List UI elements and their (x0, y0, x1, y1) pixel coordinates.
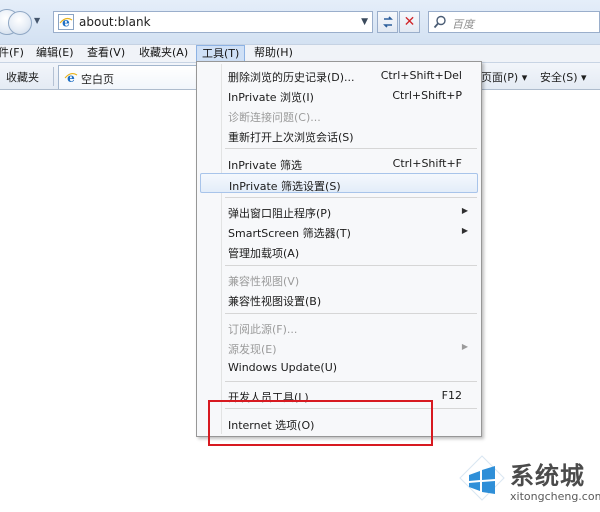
refresh-icon (382, 16, 393, 28)
search-placeholder: 百度 (452, 18, 474, 31)
tab-label: 空白页 (81, 73, 114, 86)
divider (53, 67, 54, 86)
menu-bar: 件(F) 编辑(E) 查看(V) 收藏夹(A) 工具(T) 帮助(H) (0, 44, 600, 62)
svg-text:e: e (67, 71, 75, 84)
forward-button[interactable] (8, 11, 32, 35)
menu-item-inprivate-filter[interactable]: InPrivate 筛选 Ctrl+Shift+F (200, 153, 478, 173)
ie-logo-icon: e (58, 14, 74, 30)
menu-item-delete-history[interactable]: 删除浏览的历史记录(D)... Ctrl+Shift+Del (200, 65, 478, 85)
menu-item-compat-view-settings[interactable]: 兼容性视图设置(B) (200, 289, 478, 309)
menu-item-diagnose-connection: 诊断连接问题(C)... (228, 111, 321, 124)
menu-item-compat-view: 兼容性视图(V) (228, 275, 300, 288)
menu-item-feed-discovery: 源发现(E) ▶ (228, 342, 468, 356)
url-text[interactable]: about:blank (79, 15, 151, 29)
submenu-arrow-icon: ▶ (461, 226, 468, 235)
annotation-highlight-box (208, 400, 433, 446)
ie-page-icon: e (64, 71, 78, 84)
refresh-button[interactable] (377, 11, 398, 33)
menu-separator (225, 265, 477, 266)
menu-item-manage-addons[interactable]: 管理加载项(A) (200, 241, 478, 261)
menu-edit[interactable]: 编辑(E) (36, 45, 74, 61)
address-dropdown-icon[interactable]: ▼ (361, 17, 368, 27)
menu-file[interactable]: 件(F) (0, 45, 24, 61)
tab-blank-page[interactable]: e 空白页 (58, 65, 198, 89)
tools-menu-dropdown: 删除浏览的历史记录(D)... Ctrl+Shift+Del InPrivate… (196, 61, 482, 437)
favorites-button[interactable]: 收藏夹 (6, 69, 39, 85)
submenu-arrow-icon: ▶ (461, 342, 468, 351)
svg-text:e: e (62, 16, 70, 30)
watermark-brand: 系统城 (510, 462, 585, 490)
security-menu-button[interactable]: 安全(S) ▾ (540, 69, 587, 85)
menu-separator (225, 313, 477, 314)
close-icon: ✕ (403, 14, 416, 30)
menu-item-subscribe-feed: 订阅此源(F)... (228, 323, 298, 336)
menu-item-inprivate-filter-settings[interactable]: InPrivate 筛选设置(S) (200, 173, 478, 193)
search-field[interactable]: 百度 (428, 11, 600, 33)
stop-button[interactable]: ✕ (399, 11, 420, 33)
menu-favorites[interactable]: 收藏夹(A) (139, 45, 188, 61)
watermark: 系统城 xitongcheng.com (458, 452, 600, 510)
menu-item-inprivate-browsing[interactable]: InPrivate 浏览(I) Ctrl+Shift+P (200, 85, 478, 105)
watermark-url: xitongcheng.com (510, 490, 600, 503)
search-icon (433, 15, 446, 29)
address-toolbar: ▼ e about:blank ▼ ✕ 百度 (0, 0, 600, 44)
menu-separator (225, 148, 477, 149)
menu-help[interactable]: 帮助(H) (254, 45, 293, 61)
menu-view[interactable]: 查看(V) (87, 45, 125, 61)
menu-separator (225, 197, 477, 198)
submenu-arrow-icon: ▶ (461, 206, 468, 215)
menu-item-reopen-session[interactable]: 重新打开上次浏览会话(S) (200, 125, 478, 145)
menu-tools[interactable]: 工具(T) (196, 45, 246, 62)
menu-item-popup-blocker[interactable]: 弹出窗口阻止程序(P) ▶ (200, 201, 478, 221)
menu-item-smartscreen[interactable]: SmartScreen 筛选器(T) ▶ (200, 221, 478, 241)
menu-item-windows-update[interactable]: Windows Update(U) (200, 357, 478, 377)
menu-separator (225, 381, 477, 382)
page-menu-button[interactable]: 页面(P) ▾ (481, 69, 527, 85)
address-field[interactable]: e about:blank ▼ (53, 11, 373, 33)
windows-logo-icon (459, 455, 505, 501)
recent-pages-dropdown-icon[interactable]: ▼ (34, 16, 40, 25)
